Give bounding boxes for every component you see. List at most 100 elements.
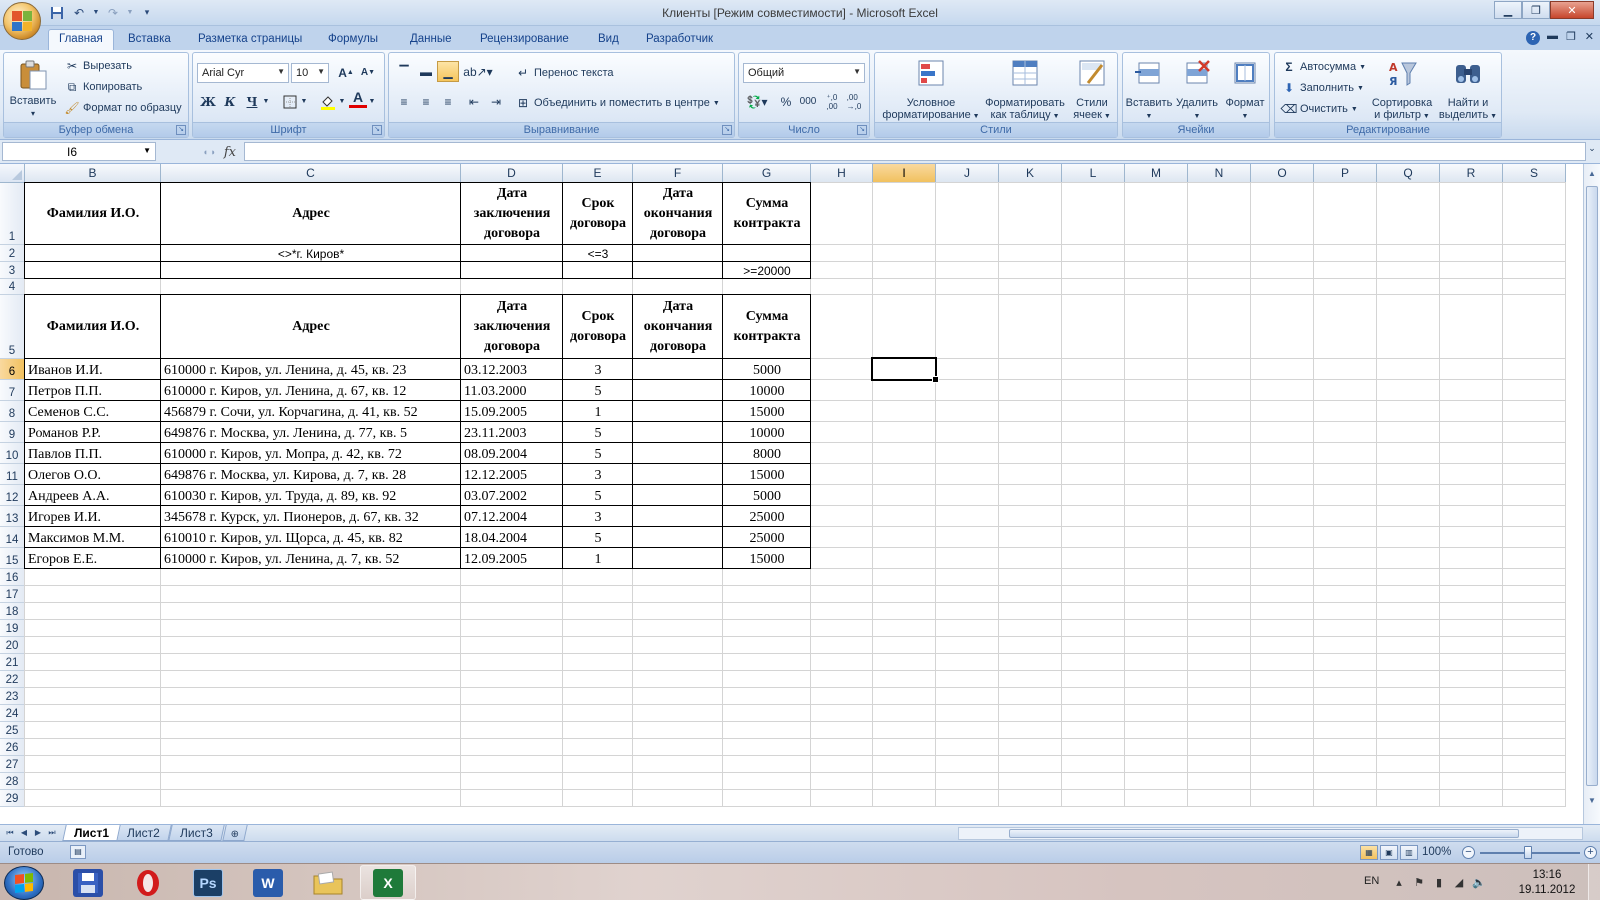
font-size-combo[interactable]: 10 ▼ [291, 63, 329, 83]
row-header-2[interactable]: 2 [0, 245, 25, 262]
tab-view[interactable]: Вид [588, 30, 629, 50]
criteria-cell-address[interactable]: <>*г. Киров* [161, 245, 461, 262]
orientation-icon[interactable]: ab↗▾ [463, 61, 493, 82]
row-header-4[interactable]: 4 [0, 279, 25, 295]
percent-icon[interactable]: % [775, 91, 797, 112]
tab-developer[interactable]: Разработчик [636, 30, 723, 50]
page-layout-view-icon[interactable]: ▣ [1380, 845, 1398, 860]
column-header-P[interactable]: P [1314, 164, 1377, 183]
page-break-view-icon[interactable]: ▥ [1400, 845, 1418, 860]
header-cell-amount[interactable]: Сумма контракта [723, 295, 811, 359]
row-header-26[interactable]: 26 [0, 739, 25, 756]
increase-indent-icon[interactable]: ⇥ [485, 91, 507, 112]
cell-styles-button[interactable]: Стили ячеек ▼ [1069, 57, 1115, 123]
tab-page-layout[interactable]: Разметка страницы [188, 30, 312, 50]
row-header-21[interactable]: 21 [0, 654, 25, 671]
data-cell[interactable]: 649876 г. Москва, ул. Кирова, д. 7, кв. … [161, 464, 461, 485]
data-cell[interactable] [633, 506, 723, 527]
conditional-formatting-button[interactable]: Условное форматирование ▼ [879, 57, 983, 123]
font-color-icon[interactable]: A [349, 89, 367, 108]
font-launcher[interactable]: ↘ [372, 125, 382, 135]
thousands-icon[interactable]: 000 [797, 91, 819, 112]
row-header-6[interactable]: 6 [0, 359, 25, 380]
header-cell-date_start[interactable]: Дата заключения договора [461, 183, 563, 245]
row-header-11[interactable]: 11 [0, 464, 25, 485]
zoom-in-icon[interactable]: + [1584, 846, 1597, 859]
align-left-icon[interactable]: ≡ [393, 91, 415, 112]
data-cell[interactable]: 5 [563, 380, 633, 401]
worksheet-grid[interactable]: BCDEFGHIJKLMNOPQRS 1 2 3 4 5 6 7 8 9 10 11 12 13 14 15… [0, 164, 1583, 824]
taskbar-photoshop-app[interactable]: Ps [180, 865, 236, 900]
italic-button[interactable]: К [219, 91, 241, 112]
taskbar-excel-app[interactable]: X [360, 865, 416, 900]
column-header-S[interactable]: S [1503, 164, 1566, 183]
increase-decimal-icon[interactable]: ⁺,0,00 [821, 91, 843, 112]
find-select-button[interactable]: Найти и выделить ▼ [1437, 57, 1499, 123]
data-cell[interactable]: 5000 [723, 485, 811, 506]
sheet-tab-2[interactable]: Лист2 [115, 825, 172, 841]
data-cell[interactable]: 03.07.2002 [461, 485, 563, 506]
column-header-O[interactable]: O [1251, 164, 1314, 183]
data-cell[interactable]: 610000 г. Киров, ул. Ленина, д. 7, кв. 5… [161, 548, 461, 569]
active-cell-selection[interactable] [871, 357, 939, 383]
header-cell-fio[interactable]: Фамилия И.О. [25, 295, 161, 359]
insert-cells-button[interactable]: Вставить ▼ [1125, 57, 1173, 123]
row-header-17[interactable]: 17 [0, 586, 25, 603]
formula-bar-handle-icon[interactable]: ◖ ◗ [202, 147, 215, 157]
header-cell-fio[interactable]: Фамилия И.О. [25, 183, 161, 245]
language-indicator[interactable]: EN [1364, 875, 1379, 887]
data-cell[interactable]: 5000 [723, 359, 811, 380]
horizontal-scrollbar[interactable] [958, 827, 1583, 840]
fill-button[interactable]: ⬇ Заполнить ▼ [1281, 80, 1364, 96]
data-cell[interactable]: 610000 г. Киров, ул. Ленина, д. 67, кв. … [161, 380, 461, 401]
merge-center-button[interactable]: ⊞ Объединить и поместить в центре ▼ [515, 95, 720, 111]
row-header-16[interactable]: 16 [0, 569, 25, 586]
data-cell[interactable] [633, 401, 723, 422]
data-cell[interactable]: 1 [563, 401, 633, 422]
taskbar-word-app[interactable]: W [240, 865, 296, 900]
decrease-decimal-icon[interactable]: ,00 →,0 [843, 91, 865, 112]
data-cell[interactable]: 15000 [723, 548, 811, 569]
autosum-button[interactable]: Σ Автосумма ▼ [1281, 59, 1366, 75]
first-sheet-icon[interactable]: ⏮ [4, 827, 16, 839]
minimize-doc-icon[interactable]: ▬ [1547, 30, 1558, 42]
header-cell-amount[interactable]: Сумма контракта [723, 183, 811, 245]
start-button[interactable] [4, 866, 44, 900]
expand-formula-bar-icon[interactable]: ⌄ [1586, 143, 1598, 161]
data-cell[interactable]: 1 [563, 548, 633, 569]
row-header-24[interactable]: 24 [0, 705, 25, 722]
data-cell[interactable]: 456879 г. Сочи, ул. Корчагина, д. 41, кв… [161, 401, 461, 422]
clear-button[interactable]: ⌫ Очистить ▼ [1281, 101, 1358, 117]
column-header-G[interactable]: G [723, 164, 811, 183]
data-cell[interactable]: Иванов И.И. [25, 359, 161, 380]
taskbar-explorer-app[interactable] [300, 865, 356, 900]
decrease-indent-icon[interactable]: ⇤ [463, 91, 485, 112]
tab-home[interactable]: Главная [48, 29, 114, 51]
data-cell[interactable]: 03.12.2003 [461, 359, 563, 380]
data-cell[interactable]: Олегов О.О. [25, 464, 161, 485]
data-cell[interactable]: 08.09.2004 [461, 443, 563, 464]
data-cell[interactable] [633, 548, 723, 569]
tab-review[interactable]: Рецензирование [470, 30, 579, 50]
zoom-level[interactable]: 100% [1422, 846, 1451, 858]
format-as-table-button[interactable]: Форматировать как таблицу ▼ [983, 57, 1067, 123]
row-header-20[interactable]: 20 [0, 637, 25, 654]
data-cell[interactable]: 5 [563, 485, 633, 506]
data-cell[interactable]: 5 [563, 443, 633, 464]
data-cell[interactable] [633, 485, 723, 506]
shrink-font-icon[interactable]: A ▼ [357, 62, 379, 83]
data-cell[interactable]: Андреев А.А. [25, 485, 161, 506]
row-header-5[interactable]: 5 [0, 295, 25, 359]
clipboard-launcher[interactable]: ↘ [176, 125, 186, 135]
row-header-19[interactable]: 19 [0, 620, 25, 637]
tray-network-icon[interactable]: ⚑ [1412, 876, 1426, 890]
taskbar-opera-app[interactable] [120, 865, 176, 900]
show-desktop-button[interactable] [1588, 864, 1600, 900]
data-cell[interactable]: 10000 [723, 380, 811, 401]
data-cell[interactable]: 12.12.2005 [461, 464, 563, 485]
data-cell[interactable] [633, 422, 723, 443]
column-header-K[interactable]: K [999, 164, 1062, 183]
column-header-D[interactable]: D [461, 164, 563, 183]
delete-cells-button[interactable]: Удалить ▼ [1173, 57, 1221, 123]
data-cell[interactable]: 610000 г. Киров, ул. Мопра, д. 42, кв. 7… [161, 443, 461, 464]
